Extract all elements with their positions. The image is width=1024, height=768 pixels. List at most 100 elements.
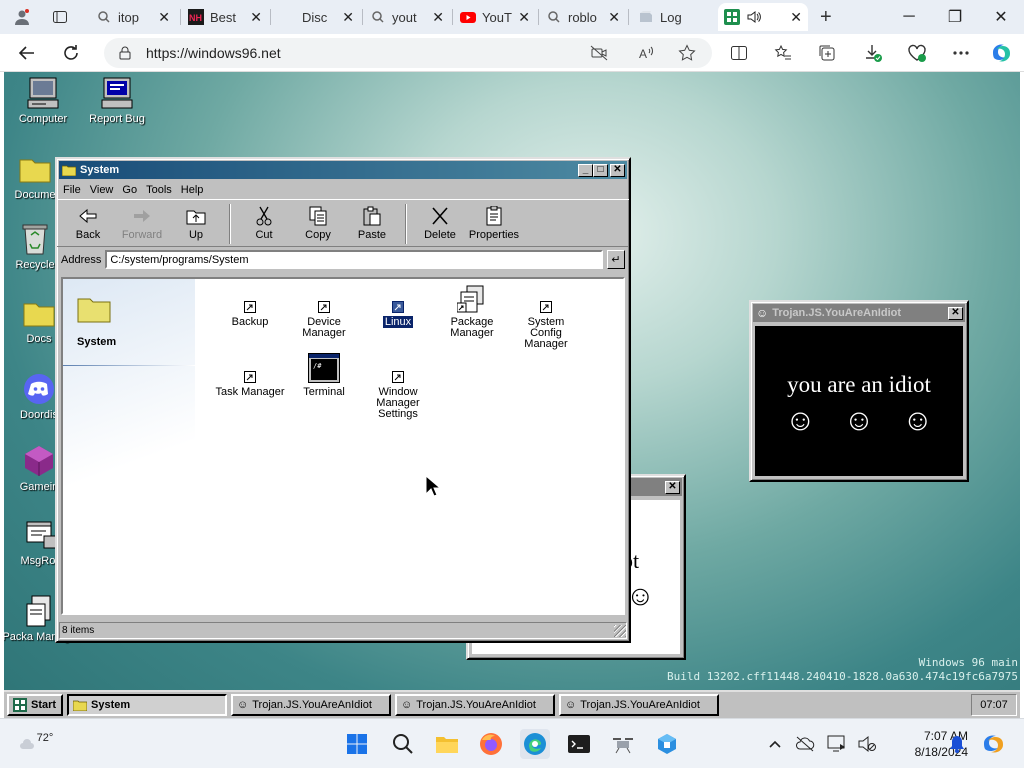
refresh-button[interactable]: [56, 38, 86, 68]
shortcut-icon: [244, 371, 256, 383]
speaker-icon[interactable]: [746, 9, 762, 25]
go-button[interactable]: ↵: [607, 250, 625, 269]
clipboard-icon: [363, 206, 381, 226]
copy-button[interactable]: Copy: [291, 202, 345, 241]
windows96-clock[interactable]: 07:07: [971, 694, 1017, 716]
tab-label: Best: [210, 9, 237, 25]
menu-file[interactable]: File: [63, 184, 81, 196]
browser-tab[interactable]: YouT ✕: [454, 3, 536, 31]
read-aloud-icon[interactable]: A: [634, 40, 660, 66]
close-tab-icon[interactable]: ✕: [158, 9, 170, 26]
folder-view[interactable]: System Backup Device Manager Linux Packa…: [61, 277, 625, 615]
favorites-icon[interactable]: [770, 40, 796, 66]
close-tab-icon[interactable]: ✕: [790, 9, 802, 26]
copilot-button[interactable]: [978, 729, 1008, 759]
url-field[interactable]: https://windows96.net: [104, 38, 712, 68]
maximize-icon[interactable]: □: [593, 163, 608, 177]
taskbar-item-idiot[interactable]: ☺ Trojan.JS.YouAreAnIdiot: [231, 694, 391, 716]
performance-icon[interactable]: [904, 40, 930, 66]
desktop-icon-computer[interactable]: Computer: [4, 76, 82, 125]
notifications-button[interactable]: [942, 729, 972, 759]
app-button[interactable]: [608, 729, 638, 759]
volume-tray-icon[interactable]: [852, 729, 882, 759]
camera-blocked-icon[interactable]: [586, 40, 612, 66]
collections-icon[interactable]: [814, 40, 840, 66]
delete-button[interactable]: Delete: [413, 202, 467, 241]
address-input[interactable]: C:/system/programs/System: [105, 250, 603, 269]
file-item-window-manager-settings[interactable]: Window Manager Settings: [363, 371, 433, 420]
minimize-icon[interactable]: _: [578, 163, 593, 177]
windows-start-button[interactable]: [342, 729, 372, 759]
back-button[interactable]: Back: [61, 202, 115, 241]
close-tab-icon[interactable]: ✕: [250, 9, 262, 26]
app-button[interactable]: [652, 729, 682, 759]
menu-go[interactable]: Go: [122, 184, 137, 196]
browser-tab-active[interactable]: ✕: [718, 3, 808, 31]
edge-button[interactable]: [520, 729, 550, 759]
menu-tools[interactable]: Tools: [146, 184, 172, 196]
show-hidden-icons-button[interactable]: [760, 729, 790, 759]
close-tab-icon[interactable]: ✕: [518, 9, 530, 26]
system-window[interactable]: System _ □ ✕ File View Go Tools Help Bac…: [55, 157, 631, 643]
speaker-muted-icon: [858, 735, 876, 753]
close-icon[interactable]: ✕: [610, 163, 625, 177]
close-tab-icon[interactable]: ✕: [342, 9, 354, 26]
paste-button[interactable]: Paste: [345, 202, 399, 241]
terminal-button[interactable]: [564, 729, 594, 759]
new-tab-button[interactable]: +: [814, 3, 844, 31]
desktop-icon-report-bug[interactable]: Report Bug: [78, 76, 156, 125]
file-explorer-button[interactable]: [432, 729, 462, 759]
file-item-device-manager[interactable]: Device Manager: [289, 301, 359, 339]
window-titlebar[interactable]: ☺ Trojan.JS.YouAreAnIdiot ✕: [753, 304, 965, 322]
taskbar-item-idiot[interactable]: ☺ Trojan.JS.YouAreAnIdiot: [395, 694, 555, 716]
menu-view[interactable]: View: [90, 184, 114, 196]
tab-actions-button[interactable]: [46, 3, 76, 31]
file-item-system-config-manager[interactable]: System Config Manager: [511, 301, 581, 350]
shortcut-icon: [392, 301, 404, 313]
firefox-button[interactable]: [476, 729, 506, 759]
browser-tab[interactable]: roblo ✕: [540, 3, 626, 31]
downloads-icon[interactable]: [860, 40, 886, 66]
up-button[interactable]: Up: [169, 202, 223, 241]
properties-button[interactable]: Properties: [467, 202, 521, 241]
taskbar-item-system[interactable]: System: [67, 694, 227, 716]
favorite-star-icon[interactable]: [674, 40, 700, 66]
display-tray-icon[interactable]: [822, 729, 852, 759]
browser-tab[interactable]: itop ✕: [90, 3, 176, 31]
search-button[interactable]: [388, 729, 418, 759]
close-icon[interactable]: ✕: [665, 480, 680, 494]
close-icon[interactable]: ✕: [948, 306, 963, 320]
profile-button[interactable]: [8, 3, 38, 31]
forward-button[interactable]: Forward: [115, 202, 169, 241]
split-screen-icon[interactable]: [726, 40, 752, 66]
close-button[interactable]: ✕: [978, 0, 1024, 34]
browser-tab[interactable]: Disc ✕: [274, 3, 360, 31]
taskbar-item-idiot[interactable]: ☺ Trojan.JS.YouAreAnIdiot: [559, 694, 719, 716]
network-tray-icon[interactable]: [790, 729, 820, 759]
resize-grip[interactable]: [614, 624, 626, 637]
lock-icon[interactable]: [118, 46, 132, 60]
file-item-backup[interactable]: Backup: [215, 301, 285, 328]
cut-button[interactable]: Cut: [237, 202, 291, 241]
restore-button[interactable]: ❐: [932, 0, 978, 34]
browser-tab[interactable]: NH Best ✕: [182, 3, 268, 31]
close-tab-icon[interactable]: ✕: [608, 9, 620, 26]
idiot-window[interactable]: ☺ Trojan.JS.YouAreAnIdiot ✕ you are an i…: [749, 300, 969, 482]
menu-help[interactable]: Help: [181, 184, 204, 196]
file-item-task-manager[interactable]: Task Manager: [215, 371, 285, 398]
minimize-button[interactable]: ─: [886, 0, 932, 34]
copilot-icon[interactable]: [988, 40, 1014, 66]
browser-tab[interactable]: Log: [632, 3, 714, 31]
more-options-icon[interactable]: [948, 40, 974, 66]
weather-widget[interactable]: 72°: [16, 729, 56, 759]
back-button[interactable]: [12, 38, 42, 68]
smiley-face-icon: ☺: [756, 306, 769, 320]
browser-tab[interactable]: yout ✕: [364, 3, 450, 31]
window-titlebar[interactable]: System _ □ ✕: [59, 161, 627, 179]
close-tab-icon[interactable]: ✕: [432, 9, 444, 26]
file-item-package-manager[interactable]: Package Manager: [437, 285, 507, 339]
file-item-linux-selected[interactable]: Linux: [363, 301, 433, 329]
file-item-terminal[interactable]: /# Terminal: [289, 353, 359, 398]
start-button[interactable]: Start: [7, 694, 63, 716]
search-icon: [372, 11, 384, 23]
